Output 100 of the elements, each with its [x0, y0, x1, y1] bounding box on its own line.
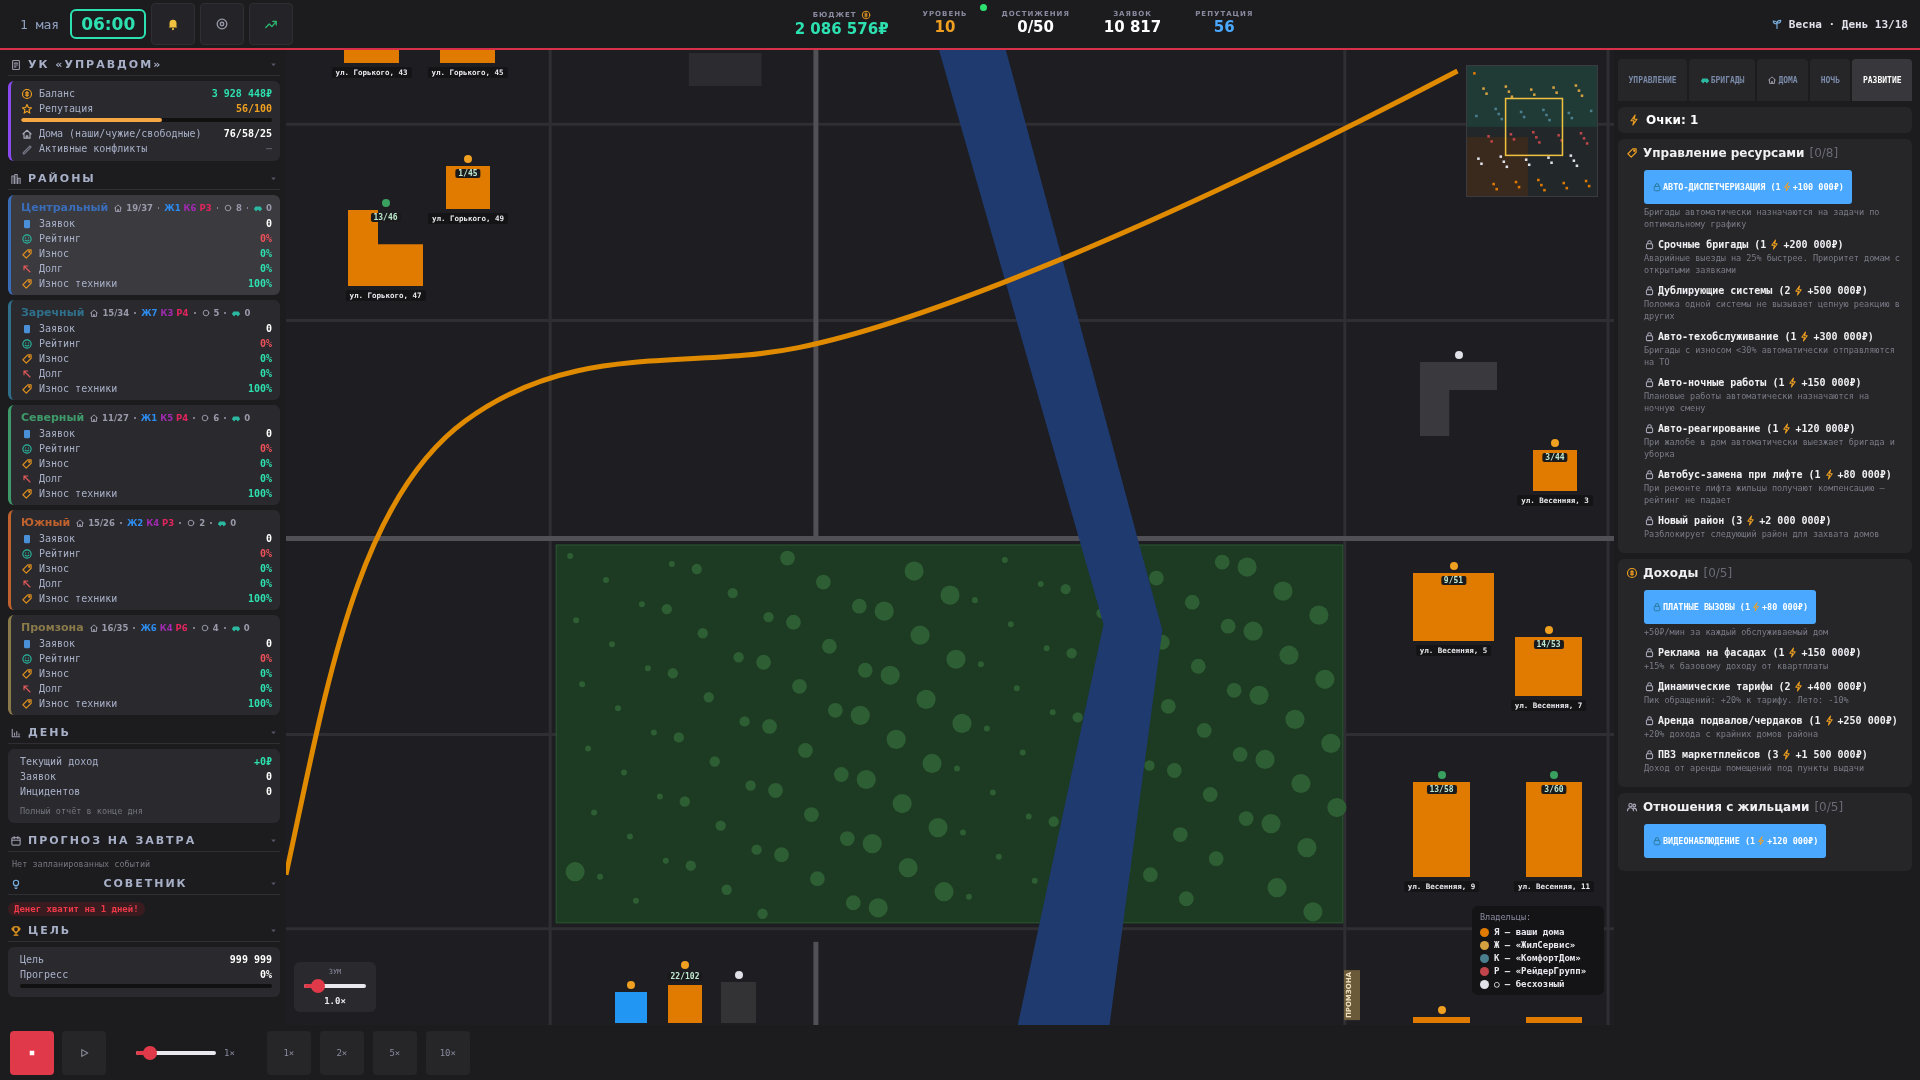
- occupancy-label: 22/102: [667, 972, 703, 981]
- occupancy-label: 9/51: [1440, 576, 1467, 585]
- upgrade-description: Поломка одной системы не вызывает цепную реакцию в других: [1644, 298, 1901, 322]
- section-title: ЦЕЛЬ: [28, 924, 73, 937]
- upgrade-title: Авто-ночные работы (1: [1658, 377, 1785, 388]
- upgrade-title: Реклама на фасадах (1: [1658, 647, 1785, 658]
- stat-value: 0: [265, 786, 272, 797]
- stat-value: 3 928 448₽: [211, 88, 272, 99]
- tag-icon: [21, 277, 33, 290]
- notifications-button[interactable]: [151, 3, 196, 45]
- tab[interactable]: РАЗВИТИЕ: [1852, 59, 1913, 101]
- upgrade-title: Авто-реагирование (1: [1658, 423, 1779, 434]
- stat-value: 0/50: [1017, 18, 1054, 36]
- zoom-slider[interactable]: [304, 979, 366, 993]
- district-card[interactable]: Северный 11/27 Ж1 К5 Р4 6 0 Заявок 0 Рейтинг 0% Износ 0% Долг 0% Износ техники 100%: [8, 405, 280, 505]
- speed-button[interactable]: 1×: [266, 1030, 311, 1075]
- speed-button[interactable]: 10×: [425, 1030, 470, 1075]
- upgrade-description: +50₽/мин за каждый обслуживаемый дом: [1644, 626, 1830, 638]
- clipboard-icon: [21, 217, 33, 230]
- upgrade-button[interactable]: ВИДЕОНАБЛЮДЕНИЕ (1 +120 000₽): [1644, 824, 1827, 858]
- target-button[interactable]: [200, 3, 245, 45]
- stat-label: Долг: [39, 473, 65, 484]
- upgrade-price: +120 000₽): [1795, 423, 1856, 434]
- occupancy-label: 3/44: [1542, 453, 1568, 462]
- circle-icon: [222, 202, 233, 213]
- stat-label: Износ техники: [39, 278, 119, 289]
- stat-value: 0%: [259, 578, 272, 589]
- stat-value: 0%: [259, 368, 272, 379]
- upgrade-description: Плановые работы автоматически назначаются на ночную смену: [1644, 390, 1871, 414]
- upgrade-price: +300 000₽): [1813, 331, 1874, 342]
- points-label: Очки: 1: [1646, 113, 1699, 127]
- people-icon: [1626, 801, 1638, 813]
- stat-value: 56: [1213, 18, 1235, 36]
- stat-value: 0%: [259, 458, 272, 469]
- lightning-icon: [1793, 681, 1805, 692]
- lightning-icon: [1756, 836, 1767, 846]
- stat-label: Заявок: [39, 323, 77, 334]
- speed-slider[interactable]: [136, 1045, 216, 1060]
- stat-label: Износ: [39, 248, 71, 259]
- arrow-icon: [21, 472, 33, 485]
- tab[interactable]: БРИГАДЫ: [1689, 59, 1755, 101]
- upgrade-button[interactable]: АВТО-ДИСПЕТЧЕРИЗАЦИЯ (1 +100 000₽): [1644, 170, 1852, 204]
- legend-label: ○ — бесхозный: [1494, 979, 1565, 989]
- minimap[interactable]: [1466, 65, 1598, 197]
- lock-icon: [1652, 602, 1662, 612]
- building[interactable]: [446, 166, 490, 209]
- owner-count: К4: [159, 622, 173, 633]
- building[interactable]: [1413, 782, 1470, 877]
- tab[interactable]: НОЧЬ: [1810, 59, 1851, 101]
- stop-button[interactable]: [10, 1030, 54, 1075]
- stat-value: 10 817: [1103, 18, 1162, 36]
- free-count: 2: [199, 517, 206, 528]
- crew-count: 0: [266, 202, 272, 213]
- upgrade-button[interactable]: ПЛАТНЫЕ ВЫЗОВЫ (1 +80 000₽): [1644, 590, 1817, 624]
- tag-icon: [21, 487, 33, 500]
- speed-button[interactable]: 2×: [319, 1030, 364, 1075]
- lock-icon: [1644, 715, 1655, 726]
- caret-icon: [269, 174, 278, 183]
- warning-badge: Денег хватит на 1 дней!: [8, 902, 145, 916]
- stat-value: 0%: [259, 563, 272, 574]
- building[interactable]: [1515, 637, 1582, 696]
- legend-label: К — «КомфортДом»: [1494, 953, 1581, 963]
- owner-count: Ж7: [141, 307, 158, 318]
- stat-value: 0%: [259, 683, 272, 694]
- building[interactable]: [1533, 450, 1577, 491]
- lightning-icon: [1628, 114, 1640, 126]
- smiley-icon: [21, 652, 33, 665]
- legend-label: Ж — «ЖилСервис»: [1494, 940, 1576, 950]
- circle-icon: [199, 622, 210, 633]
- lightbulb-icon: [10, 877, 22, 890]
- tab[interactable]: УПРАВЛЕНИЕ: [1618, 59, 1688, 101]
- sprout-icon: [1770, 18, 1783, 30]
- target-icon: [215, 17, 230, 31]
- zoom-value: 1.0×: [324, 996, 346, 1006]
- stat-label: Износ: [39, 458, 71, 469]
- house-count: 19/37: [126, 202, 153, 213]
- section-title: Управление ресурсами: [1643, 146, 1805, 160]
- stat-value: 0%: [259, 653, 272, 664]
- occupancy-label: 13/46: [370, 213, 401, 222]
- district-card[interactable]: Южный 15/26 Ж2 К4 Р3 2 0 Заявок 0 Рейтинг 0% Износ 0% Долг 0% Износ техники 100%: [8, 510, 280, 610]
- arrow-icon: [21, 682, 33, 695]
- district-card[interactable]: Промзона 16/35 Ж6 К4 Р6 4 0 Заявок 0 Рейтинг 0% Износ 0% Долг 0% Износ техники 100%: [8, 615, 280, 715]
- district-card[interactable]: Заречный 15/34 Ж7 К3 Р4 5 0 Заявок 0 Рейтинг 0% Износ 0% Долг 0% Износ техники 100%: [8, 300, 280, 400]
- stat-value: 0%: [259, 353, 272, 364]
- stat-label: Дома (наши/чужие/свободные): [39, 128, 203, 139]
- tab[interactable]: ДОМА: [1756, 59, 1809, 101]
- building[interactable]: [1413, 573, 1494, 641]
- stat-label: Износ техники: [39, 383, 119, 394]
- trophy-icon: [10, 924, 22, 937]
- district-card[interactable]: Центральный 19/37 Ж1 К6 Р3 8 0 Заявок 0 Рейтинг 0% Износ 0% Долг 0% Износ техники 100%: [8, 195, 280, 295]
- report-note: Полный отчёт в конце дня: [20, 806, 143, 816]
- owner-count: К3: [160, 307, 174, 318]
- building[interactable]: [348, 210, 423, 286]
- speed-button[interactable]: 5×: [372, 1030, 417, 1075]
- building[interactable]: [1526, 782, 1582, 877]
- lock-icon: [1644, 647, 1655, 658]
- tag-icon: [21, 352, 33, 365]
- calendar-icon: [10, 834, 22, 847]
- stat-label: Рейтинг: [39, 653, 83, 664]
- house-count: 16/35: [101, 622, 129, 633]
